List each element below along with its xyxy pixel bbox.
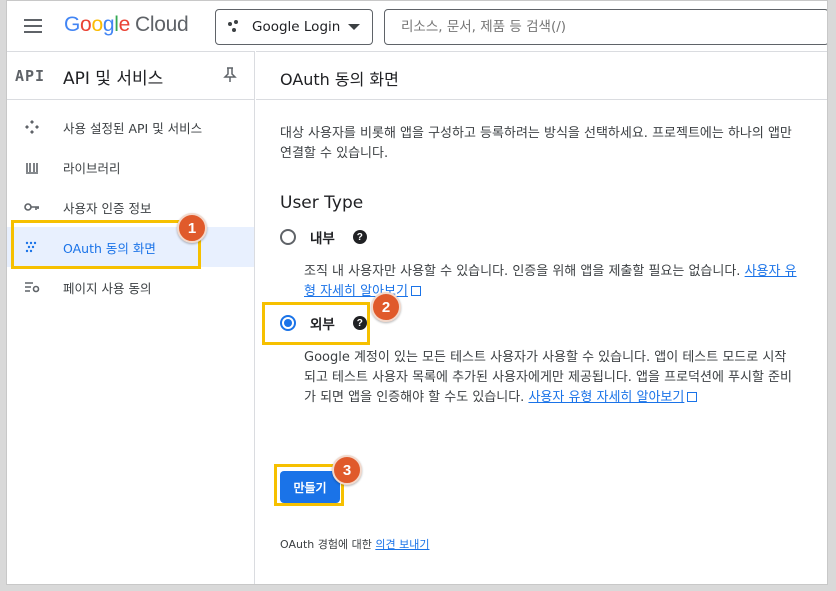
external-link-icon [410,286,421,296]
feedback-text: OAuth 경험에 대한 [280,538,372,551]
menu-icon[interactable] [21,15,45,37]
internal-radio[interactable] [280,229,296,245]
feedback-line: OAuth 경험에 대한 의견 보내기 [280,536,429,552]
step1-highlight [11,220,201,269]
page-description: 대상 사용자를 비롯해 앱을 구성하고 등록하려는 방식을 선택하세요. 프로젝… [280,126,792,161]
key-icon [23,198,41,216]
sidebar: API API 및 서비스 사용 설정된 API 및 서비스 라이브러리 사용자… [7,51,255,584]
main-header: OAuth 동의 화면 [256,52,827,100]
step3-badge: 3 [332,455,362,485]
project-selector[interactable]: Google Login [215,9,373,45]
sidebar-item-label: 페이지 사용 동의 [63,280,152,296]
user-type-internal-option[interactable]: 내부 ? [280,225,367,249]
sidebar-title: API 및 서비스 [63,69,164,89]
project-dots-icon [228,20,242,34]
external-description: Google 계정이 있는 모든 테스트 사용자가 사용할 수 있습니다. 앱이… [304,348,798,408]
step2-badge: 2 [371,292,401,322]
sidebar-item-label: 사용자 인증 정보 [63,200,152,216]
external-link-icon [687,392,698,402]
chevron-down-icon [348,24,360,30]
logo-letter: o [91,13,103,36]
api-logo-icon: API [15,67,46,85]
google-cloud-logo[interactable]: Google Cloud [64,13,189,37]
user-type-heading: User Type [280,193,364,213]
sidebar-item-label: 라이브러리 [63,160,121,176]
page-title: OAuth 동의 화면 [280,70,399,89]
pin-icon[interactable] [223,67,237,83]
search-input[interactable] [384,9,827,45]
api-diamond-icon [23,118,41,136]
logo-letter: e [118,13,131,36]
internal-label: 내부 [310,231,335,247]
sidebar-item-label: 사용 설정된 API 및 서비스 [63,120,203,136]
app-window: GoogleCloud Google Login API API 및 서비스 사… [6,0,828,585]
logo-letter: o [80,13,92,36]
page-settings-icon [23,278,41,296]
sidebar-item-page-usage[interactable]: 페이지 사용 동의 [7,267,254,307]
logo-cloud-text: Cloud [134,13,189,36]
sidebar-item-library[interactable]: 라이브러리 [7,147,254,187]
project-name: Google Login [252,19,341,35]
logo-letter: g [102,13,115,36]
sidebar-item-enabled-apis[interactable]: 사용 설정된 API 및 서비스 [7,107,254,147]
library-icon [23,158,41,176]
sidebar-header: API API 및 서비스 [7,52,254,100]
top-bar: Google Cloud Google Login [7,1,827,51]
help-icon[interactable]: ? [352,230,367,244]
external-learn-more-link[interactable]: 사용자 유형 자세히 알아보기 [528,390,684,405]
step2-highlight [262,302,370,345]
logo-letter: G [64,13,81,36]
step1-badge: 1 [177,213,207,243]
feedback-link[interactable]: 의견 보내기 [375,538,429,551]
internal-desc-text: 조직 내 사용자만 사용할 수 있습니다. 인증을 위해 앱을 제출할 필요는 … [304,264,741,279]
